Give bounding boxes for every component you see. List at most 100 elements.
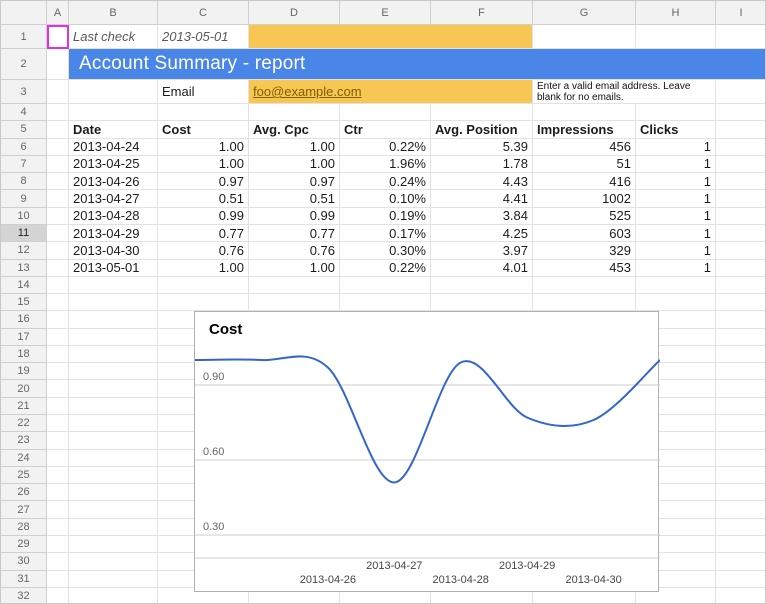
cell-C9[interactable]: 0.51	[158, 190, 248, 206]
cell-E13[interactable]: 0.22%	[340, 260, 430, 276]
row-header-29[interactable]: 29	[1, 536, 47, 553]
column-header-H[interactable]: H	[636, 1, 716, 25]
cell-H6[interactable]: 1	[636, 139, 715, 155]
column-header-A[interactable]: A	[47, 1, 69, 25]
row-header-11[interactable]: 11	[1, 225, 47, 242]
cell-C12[interactable]: 0.76	[158, 242, 248, 258]
cell-C13[interactable]: 1.00	[158, 260, 248, 276]
cell-G8[interactable]: 416	[533, 173, 635, 189]
row-header-17[interactable]: 17	[1, 329, 47, 346]
row-header-6[interactable]: 6	[1, 139, 47, 156]
cell-B7[interactable]: 2013-04-25	[69, 156, 157, 172]
cell-G12[interactable]: 329	[533, 242, 635, 258]
select-all-corner[interactable]	[1, 1, 47, 25]
email-help-note[interactable]: Enter a valid email address. Leave blank…	[533, 80, 715, 103]
cell-C6[interactable]: 1.00	[158, 139, 248, 155]
last-check-label[interactable]: Last check	[69, 25, 157, 48]
last-check-date[interactable]: 2013-05-01	[158, 25, 248, 48]
cell-H13[interactable]: 1	[636, 260, 715, 276]
row-header-19[interactable]: 19	[1, 363, 47, 380]
cell-B10[interactable]: 2013-04-28	[69, 208, 157, 224]
embedded-chart[interactable]: Cost 0.900.600.302013-04-262013-04-27201…	[194, 311, 659, 592]
email-cell[interactable]: foo@example.com	[249, 80, 532, 103]
row-header-21[interactable]: 21	[1, 398, 47, 415]
column-header-G[interactable]: G	[533, 1, 636, 25]
column-header-F[interactable]: F	[431, 1, 533, 25]
cell-H10[interactable]: 1	[636, 208, 715, 224]
row-header-28[interactable]: 28	[1, 519, 47, 536]
cell-H7[interactable]: 1	[636, 156, 715, 172]
column-header-I[interactable]: I	[716, 1, 766, 25]
cell-H9[interactable]: 1	[636, 190, 715, 206]
cell-G7[interactable]: 51	[533, 156, 635, 172]
row-header-3[interactable]: 3	[1, 80, 47, 104]
cell-E11[interactable]: 0.17%	[340, 225, 430, 241]
cell-F10[interactable]: 3.84	[431, 208, 532, 224]
row-header-15[interactable]: 15	[1, 294, 47, 311]
row-header-25[interactable]: 25	[1, 467, 47, 484]
table-header-ctr[interactable]: Ctr	[340, 121, 430, 137]
cell-G11[interactable]: 603	[533, 225, 635, 241]
row-header-5[interactable]: 5	[1, 121, 47, 138]
row-header-22[interactable]: 22	[1, 415, 47, 432]
cell-B8[interactable]: 2013-04-26	[69, 173, 157, 189]
cell-E10[interactable]: 0.19%	[340, 208, 430, 224]
cell-C10[interactable]: 0.99	[158, 208, 248, 224]
row-header-4[interactable]: 4	[1, 104, 47, 121]
cell-D11[interactable]: 0.77	[249, 225, 339, 241]
cell-G9[interactable]: 1002	[533, 190, 635, 206]
column-header-D[interactable]: D	[249, 1, 340, 25]
cell-F6[interactable]: 5.39	[431, 139, 532, 155]
table-header-avg-cpc[interactable]: Avg. Cpc	[249, 121, 339, 137]
cell-F9[interactable]: 4.41	[431, 190, 532, 206]
cell-C8[interactable]: 0.97	[158, 173, 248, 189]
cell-E9[interactable]: 0.10%	[340, 190, 430, 206]
cell-B11[interactable]: 2013-04-29	[69, 225, 157, 241]
row-header-27[interactable]: 27	[1, 501, 47, 518]
email-link[interactable]: foo@example.com	[253, 84, 362, 99]
cell-B13[interactable]: 2013-05-01	[69, 260, 157, 276]
row-header-2[interactable]: 2	[1, 49, 47, 80]
cell-E7[interactable]: 1.96%	[340, 156, 430, 172]
cell-C7[interactable]: 1.00	[158, 156, 248, 172]
cell-F8[interactable]: 4.43	[431, 173, 532, 189]
row-header-31[interactable]: 31	[1, 571, 47, 588]
cell-D9[interactable]: 0.51	[249, 190, 339, 206]
table-header-cost[interactable]: Cost	[158, 121, 248, 137]
table-header-impressions[interactable]: Impressions	[533, 121, 635, 137]
row-header-14[interactable]: 14	[1, 277, 47, 294]
row-header-23[interactable]: 23	[1, 432, 47, 449]
row-header-12[interactable]: 12	[1, 242, 47, 259]
cell-C11[interactable]: 0.77	[158, 225, 248, 241]
table-header-clicks[interactable]: Clicks	[636, 121, 715, 137]
row-header-30[interactable]: 30	[1, 553, 47, 570]
cell-D10[interactable]: 0.99	[249, 208, 339, 224]
report-title[interactable]: Account Summary - report	[69, 49, 766, 79]
table-header-date[interactable]: Date	[69, 121, 157, 137]
table-header-avg-position[interactable]: Avg. Position	[431, 121, 532, 137]
cell-G6[interactable]: 456	[533, 139, 635, 155]
cell-D12[interactable]: 0.76	[249, 242, 339, 258]
row-header-24[interactable]: 24	[1, 450, 47, 467]
row-header-1[interactable]: 1	[1, 25, 47, 49]
cell-F7[interactable]: 1.78	[431, 156, 532, 172]
row-header-20[interactable]: 20	[1, 380, 47, 397]
cell-B6[interactable]: 2013-04-24	[69, 139, 157, 155]
cell-G13[interactable]: 453	[533, 260, 635, 276]
column-header-B[interactable]: B	[69, 1, 158, 25]
row-header-9[interactable]: 9	[1, 190, 47, 207]
cell-D7[interactable]: 1.00	[249, 156, 339, 172]
cell-G10[interactable]: 525	[533, 208, 635, 224]
row-header-26[interactable]: 26	[1, 484, 47, 501]
cell-F12[interactable]: 3.97	[431, 242, 532, 258]
cell-B12[interactable]: 2013-04-30	[69, 242, 157, 258]
cell-D6[interactable]: 1.00	[249, 139, 339, 155]
cell-E8[interactable]: 0.24%	[340, 173, 430, 189]
column-header-E[interactable]: E	[340, 1, 431, 25]
row-header-13[interactable]: 13	[1, 260, 47, 277]
row-header-10[interactable]: 10	[1, 208, 47, 225]
cell-D8[interactable]: 0.97	[249, 173, 339, 189]
cell-D13[interactable]: 1.00	[249, 260, 339, 276]
cell-F11[interactable]: 4.25	[431, 225, 532, 241]
cell-H11[interactable]: 1	[636, 225, 715, 241]
